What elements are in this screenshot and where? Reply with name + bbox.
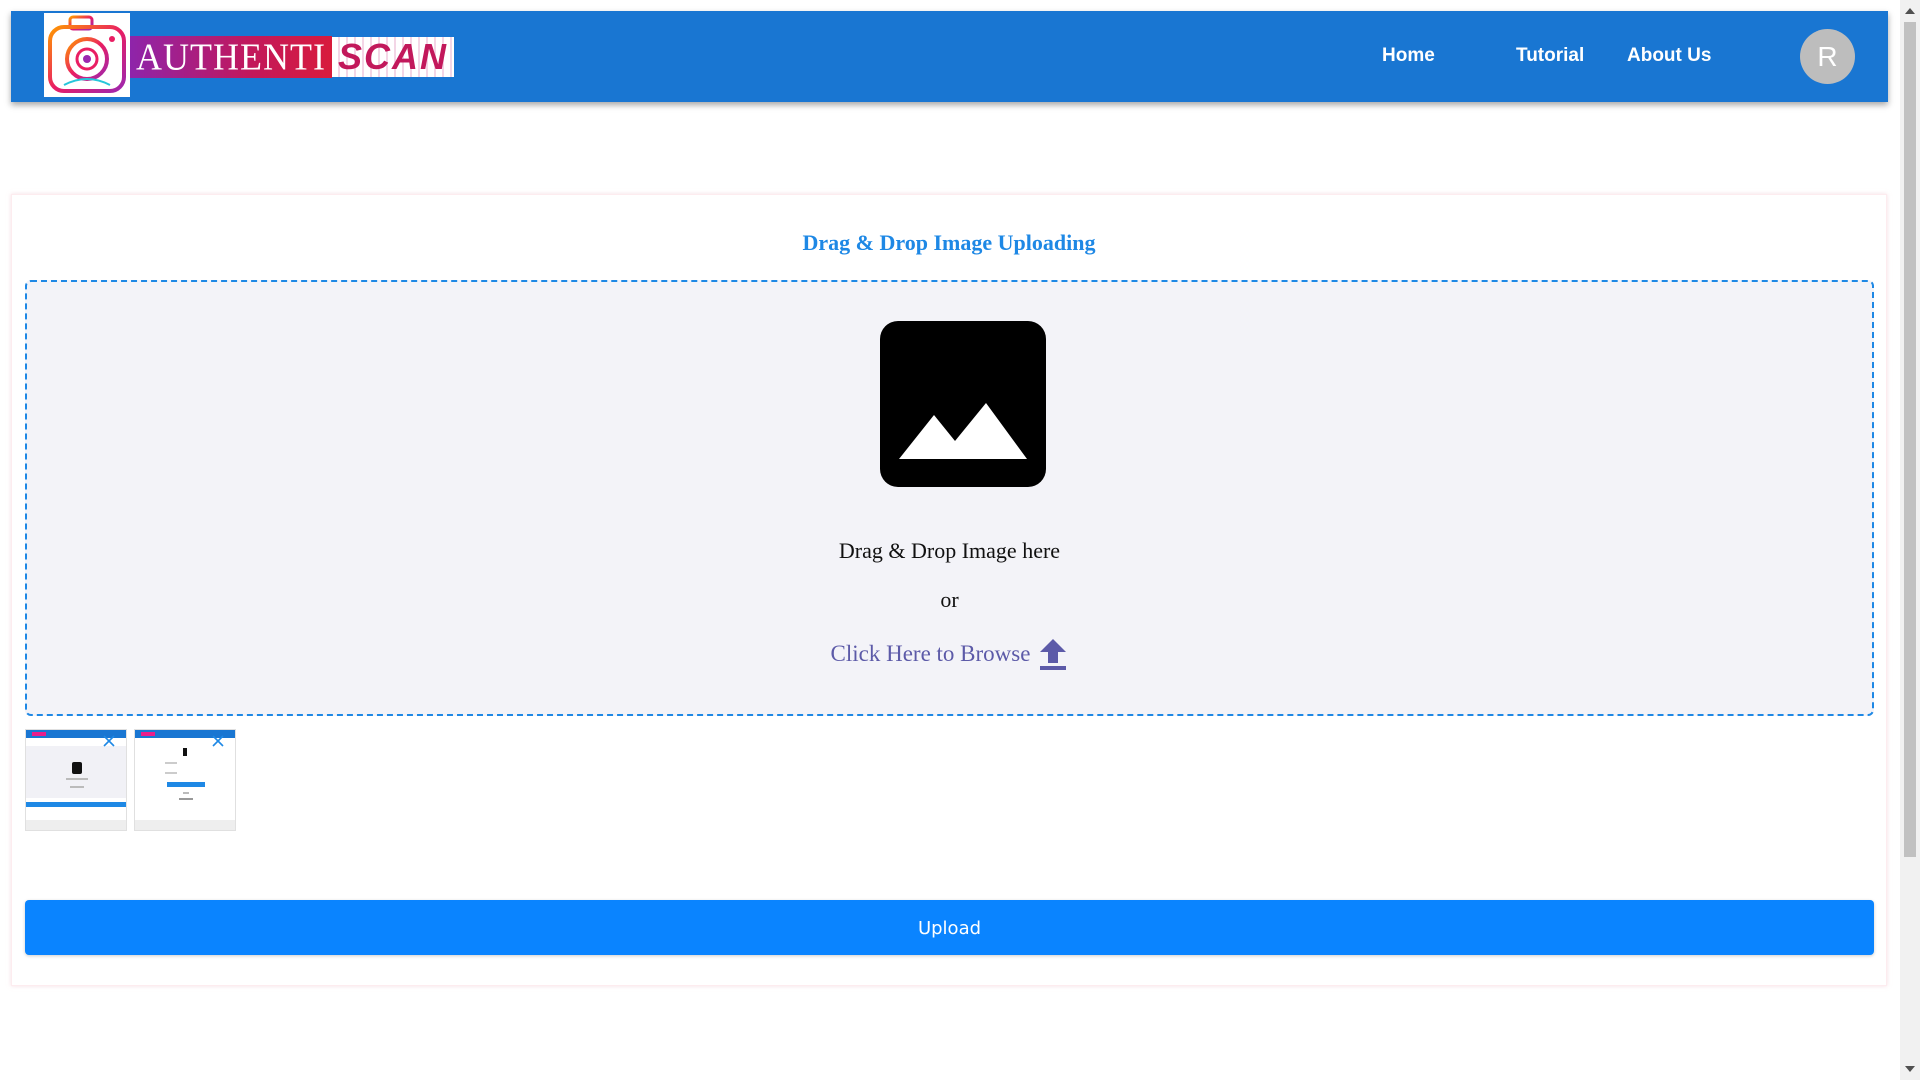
thumbnail-footer [135,820,235,830]
scroll-up-icon[interactable] [1905,8,1915,14]
thumbnail-1[interactable] [25,729,127,831]
thumbnail-2[interactable] [134,729,236,831]
thumbnail-list [25,729,236,831]
nav-home-link[interactable]: Home [1382,45,1435,67]
scroll-down-icon[interactable] [1905,1066,1915,1072]
camera-logo-icon [44,13,130,97]
browse-button[interactable]: Click Here to Browse [27,637,1872,671]
user-avatar[interactable]: R [1800,29,1855,84]
page: AUTHENTI SCAN Home Tutorial About Us R D… [0,0,1920,1080]
upload-button[interactable]: Upload [25,900,1874,955]
brand-name: AUTHENTI SCAN [130,36,454,78]
thumbnail-preview [26,742,126,820]
nav-about-link[interactable]: About Us [1627,45,1711,67]
thumbnail-preview [135,742,235,820]
thumbnail-footer [26,820,126,830]
page-scrollbar[interactable] [1900,0,1920,1080]
brand-name-part1: AUTHENTI [130,36,332,78]
navbar: AUTHENTI SCAN Home Tutorial About Us R [11,11,1888,102]
drop-instruction: Drag & Drop Image here [838,538,1061,563]
nav-tutorial-link[interactable]: Tutorial [1516,45,1584,67]
close-icon[interactable] [102,734,116,748]
image-icon [880,321,1046,487]
close-icon[interactable] [211,734,225,748]
uploader-card: Drag & Drop Image Uploading Drag & Drop … [11,194,1887,986]
brand-name-part2: SCAN [331,37,454,77]
dropzone[interactable]: Drag & Drop Image here or Click Here to … [25,280,1874,716]
browse-label: Click Here to Browse [830,641,1031,666]
scrollbar-thumb[interactable] [1904,22,1916,857]
upload-arrow-icon [1040,639,1067,670]
or-separator: or [940,587,959,612]
brand-logo[interactable]: AUTHENTI SCAN [44,13,454,97]
uploader-title: Drag & Drop Image Uploading [802,230,1096,255]
